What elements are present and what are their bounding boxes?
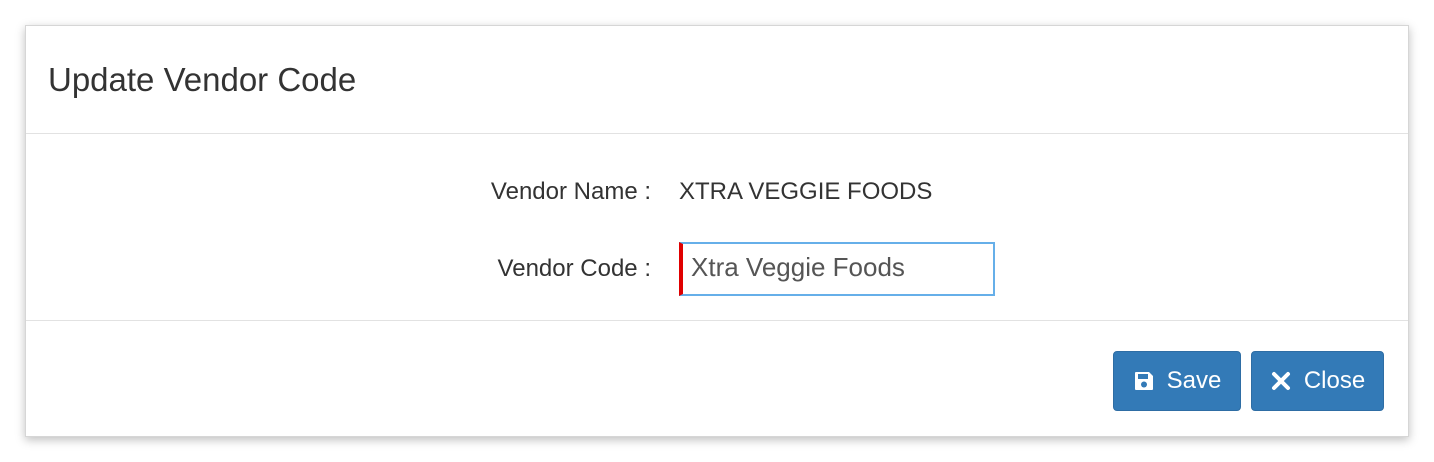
vendor-code-input[interactable] bbox=[683, 244, 993, 294]
floppy-disk-icon bbox=[1133, 370, 1155, 392]
vendor-name-value: XTRA VEGGIE FOODS bbox=[679, 178, 933, 205]
times-icon bbox=[1270, 370, 1292, 392]
close-button-label: Close bbox=[1303, 367, 1366, 394]
vendor-code-field-wrapper bbox=[679, 242, 995, 296]
modal-title: Update Vendor Code bbox=[48, 60, 357, 98]
close-button[interactable]: Close bbox=[1251, 351, 1384, 411]
save-button[interactable]: Save bbox=[1113, 351, 1241, 411]
save-button-label: Save bbox=[1166, 367, 1222, 394]
modal-body: Vendor Name : XTRA VEGGIE FOODS Vendor C… bbox=[26, 134, 1408, 321]
vendor-name-row: Vendor Name : XTRA VEGGIE FOODS bbox=[26, 170, 1408, 214]
vendor-code-row: Vendor Code : bbox=[26, 242, 1408, 296]
modal-header: Update Vendor Code bbox=[26, 26, 1408, 134]
update-vendor-code-modal: Update Vendor Code Vendor Name : XTRA VE… bbox=[25, 25, 1409, 437]
vendor-code-label: Vendor Code : bbox=[497, 255, 651, 282]
modal-footer: Save Close bbox=[26, 321, 1408, 437]
vendor-name-label: Vendor Name : bbox=[490, 178, 651, 205]
